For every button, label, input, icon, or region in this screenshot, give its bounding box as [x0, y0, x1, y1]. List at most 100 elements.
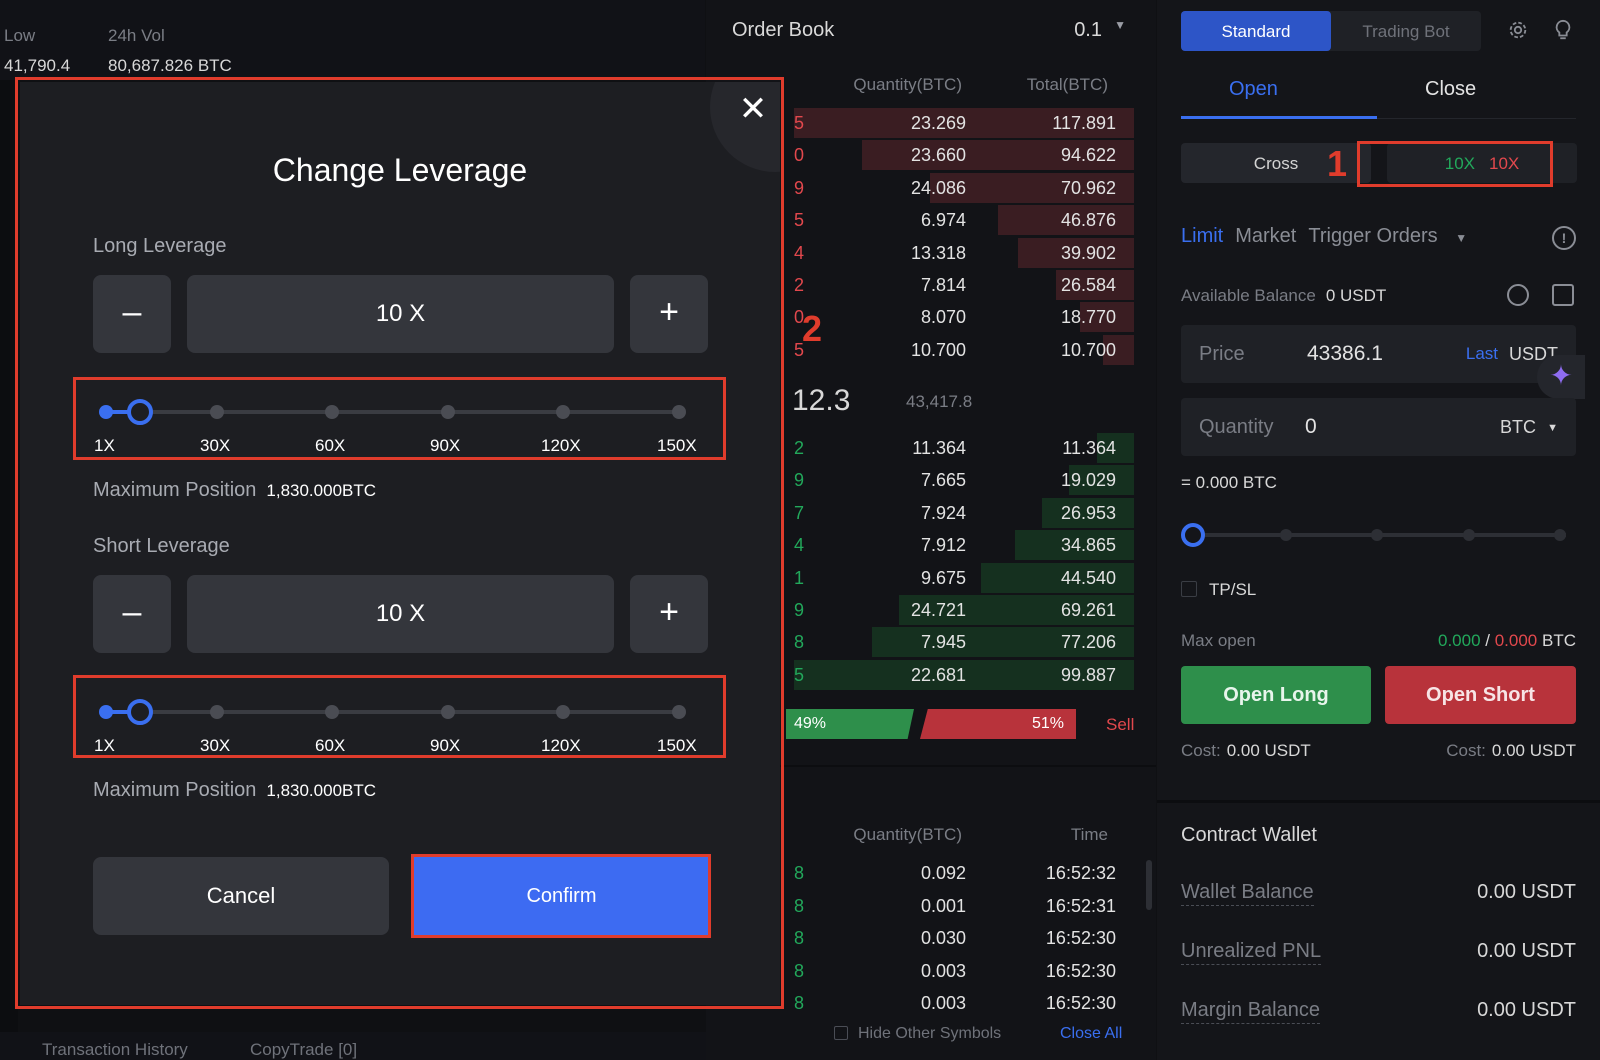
hide-other-symbols[interactable]: Hide Other Symbols [834, 1025, 1001, 1043]
slider-dot[interactable] [1280, 529, 1292, 541]
tab-copytrade[interactable]: CopyTrade [0] [250, 1040, 357, 1060]
buy-sell-ratio: 49% 51% [786, 709, 1096, 739]
cost-short: Cost: 0.00 USDT [1446, 741, 1576, 760]
price-fragment: 4 [794, 242, 805, 263]
gear-icon[interactable] [1507, 19, 1529, 41]
open-short-button[interactable]: Open Short [1385, 666, 1576, 724]
sell-ratio: 51% [920, 709, 1076, 739]
chevron-down-icon: ▼ [1455, 231, 1468, 245]
short-decrease-button[interactable]: – [93, 575, 171, 653]
equivalent-btc: = 0.000 BTC [1181, 473, 1277, 492]
wallet-label[interactable]: Margin Balance [1181, 999, 1320, 1024]
quantity-cell: 13.318 [910, 242, 966, 263]
total-cell: 117.891 [1052, 113, 1116, 133]
calculator-icon[interactable] [1552, 284, 1574, 306]
price-fragment: 8 [794, 863, 805, 883]
trade-time: 16:52:32 [1045, 863, 1116, 883]
lightbulb-icon[interactable] [1552, 19, 1574, 41]
trades-col-time: Time [1070, 825, 1108, 844]
tab-close[interactable]: Close [1425, 78, 1476, 101]
market-stats: Low 41,790.4 24h Vol 80,687.826 BTC [0, 0, 705, 80]
long-increase-button[interactable]: + [630, 275, 708, 353]
wallet-row: Wallet Balance 0.00 USDT [1181, 881, 1576, 906]
chevron-down-icon[interactable]: ▼ [1114, 18, 1126, 32]
last-price: 12.3 [792, 384, 851, 417]
total-cell: 94.622 [1060, 145, 1116, 166]
open-long-button[interactable]: Open Long [1181, 666, 1371, 724]
total-cell: 77.206 [1060, 632, 1116, 653]
total-cell: 69.261 [1060, 600, 1116, 620]
tab-market[interactable]: Market [1235, 225, 1296, 247]
wallet-label[interactable]: Unrealized PNL [1181, 940, 1322, 965]
last-price-button[interactable]: Last [1466, 344, 1498, 364]
total-cell: 99.887 [1060, 664, 1116, 685]
quantity-unit[interactable]: BTC [1500, 417, 1536, 438]
trade-quantity: 0.003 [920, 993, 966, 1013]
tab-transaction-history[interactable]: Transaction History [42, 1040, 188, 1060]
precision-select[interactable]: 0.1 [1074, 19, 1102, 42]
price-value[interactable]: 43386.1 [1307, 342, 1383, 366]
bottom-tabs: Transaction History CopyTrade [0] [0, 1032, 800, 1060]
max-open-label: Max open [1181, 631, 1256, 650]
long-decrease-button[interactable]: – [93, 275, 171, 353]
total-cell: 19.029 [1060, 470, 1116, 491]
trade-quantity: 0.030 [920, 928, 966, 948]
price-fragment: 2 [794, 275, 805, 295]
short-leverage-input[interactable]: 10 X [187, 575, 614, 653]
price-fragment: 8 [794, 960, 805, 981]
max-open: Max open 0.000 / 0.000 BTC [1181, 631, 1576, 651]
close-icon[interactable]: ✕ [736, 92, 770, 128]
modal-title: Change Leverage [272, 152, 528, 188]
total-cell: 70.962 [1060, 177, 1116, 198]
short-increase-button[interactable]: + [630, 575, 708, 653]
trade-time: 16:52:30 [1045, 960, 1116, 981]
highlight-box-short-slider [73, 675, 726, 758]
low-value: 41,790.4 [4, 56, 71, 75]
slider-dot[interactable] [1463, 529, 1475, 541]
trade-time: 16:52:31 [1045, 895, 1116, 916]
short-leverage-label: Short Leverage [93, 535, 230, 557]
tab-trigger-orders[interactable]: Trigger Orders ▼ [1308, 225, 1479, 247]
info-icon[interactable]: ! [1552, 226, 1576, 250]
chevron-down-icon[interactable]: ▼ [1547, 422, 1558, 434]
low-label: Low [4, 26, 36, 45]
quantity-cell: 7.814 [920, 275, 966, 295]
change-leverage-modal: ✕ Change Leverage 2 Long Leverage – 10 X… [20, 82, 822, 1005]
price-fragment: 8 [794, 928, 805, 948]
close-all-link[interactable]: Close All [1060, 1025, 1122, 1043]
quantity-cell: 6.974 [920, 210, 966, 231]
short-max-position: Maximum Position 1,830.000BTC [93, 779, 377, 801]
available-balance: Available Balance 0 USDT [1181, 286, 1387, 305]
wallet-row: Unrealized PNL 0.00 USDT [1181, 940, 1576, 965]
tab-trading-bot[interactable]: Trading Bot [1331, 11, 1481, 51]
quantity-cell: 7.912 [920, 535, 966, 556]
buy-ratio: 49% [786, 709, 914, 739]
long-leverage-input[interactable]: 10 X [187, 275, 614, 353]
quantity-input[interactable]: Quantity 0 BTC ▼ [1181, 398, 1576, 456]
cancel-button[interactable]: Cancel [93, 857, 389, 935]
scrollbar[interactable] [1146, 860, 1152, 910]
wallet-label[interactable]: Wallet Balance [1181, 881, 1314, 906]
checkbox-icon[interactable] [834, 1026, 848, 1040]
quantity-cell: 7.665 [920, 470, 966, 491]
sparkle-icon[interactable]: ✦ [1537, 355, 1585, 399]
quantity-value[interactable]: 0 [1305, 415, 1317, 439]
tpsl-toggle[interactable]: TP/SL [1181, 580, 1256, 600]
slider-dot[interactable] [1371, 529, 1383, 541]
trade-panel: Standard Trading Bot Open Close Cross 1 … [1157, 0, 1600, 1060]
price-input[interactable]: Price 43386.1 Last USDT [1181, 325, 1576, 383]
max-open-value: 0.000 / 0.000 BTC [1438, 631, 1576, 650]
highlight-box-confirm [411, 854, 711, 938]
quantity-slider[interactable] [1181, 520, 1576, 550]
tab-limit[interactable]: Limit [1181, 225, 1223, 247]
checkbox-icon[interactable] [1181, 581, 1197, 597]
tab-open[interactable]: Open [1229, 78, 1278, 101]
transfer-icon[interactable] [1507, 284, 1529, 306]
trades-col-quantity: Quantity(BTC) [853, 825, 962, 844]
price-fragment: 5 [794, 210, 805, 231]
slider-handle[interactable] [1181, 523, 1205, 547]
trade-quantity: 0.001 [920, 895, 966, 916]
wallet-value: 0.00 USDT [1477, 881, 1576, 903]
slider-dot[interactable] [1554, 529, 1566, 541]
tab-standard[interactable]: Standard [1181, 11, 1331, 51]
